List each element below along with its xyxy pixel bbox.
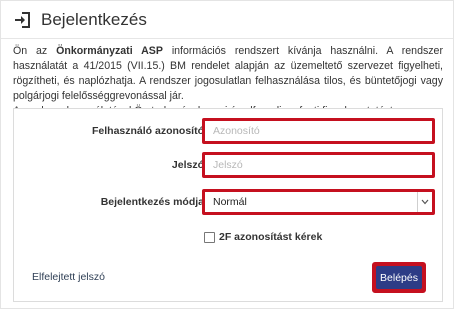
chevron-down-icon[interactable] xyxy=(417,192,432,212)
login-card: Bejelentkezés Ön az Önkormányzati ASP in… xyxy=(0,0,454,309)
notice-paragraph: Ön az Önkormányzati ASP információs rend… xyxy=(13,44,443,104)
login-method-label: Bejelentkezés módja xyxy=(100,196,204,208)
username-label: Felhasználó azonosító xyxy=(91,125,204,137)
forgot-password-link[interactable]: Elfelejtett jelszó xyxy=(32,271,105,283)
username-row: Felhasználó azonosító xyxy=(14,116,442,146)
twofa-checkbox[interactable]: 2F azonosítást kérek xyxy=(204,231,322,243)
twofa-label: 2F azonosítást kérek xyxy=(219,231,323,243)
login-icon xyxy=(13,10,33,30)
notice-system-name: Önkormányzati ASP xyxy=(56,45,163,57)
twofa-row: 2F azonosítást kérek xyxy=(14,223,442,253)
password-input[interactable] xyxy=(202,152,435,178)
login-method-row: Bejelentkezés módja Normál xyxy=(14,187,442,217)
password-label: Jelszó xyxy=(171,159,204,171)
notice-text-start: Ön az xyxy=(13,45,57,57)
username-input[interactable] xyxy=(202,118,435,144)
login-method-select[interactable]: Normál xyxy=(202,189,435,215)
login-button[interactable]: Belépés xyxy=(372,262,426,293)
login-button-label: Belépés xyxy=(376,266,422,289)
page-title: Bejelentkezés xyxy=(41,9,147,29)
password-row: Jelszó xyxy=(14,150,442,180)
login-form: Felhasználó azonosító Jelszó Bejelentkez… xyxy=(13,108,443,302)
card-header: Bejelentkezés xyxy=(1,1,453,39)
checkbox-icon[interactable] xyxy=(204,231,215,243)
login-method-value: Normál xyxy=(213,196,247,208)
